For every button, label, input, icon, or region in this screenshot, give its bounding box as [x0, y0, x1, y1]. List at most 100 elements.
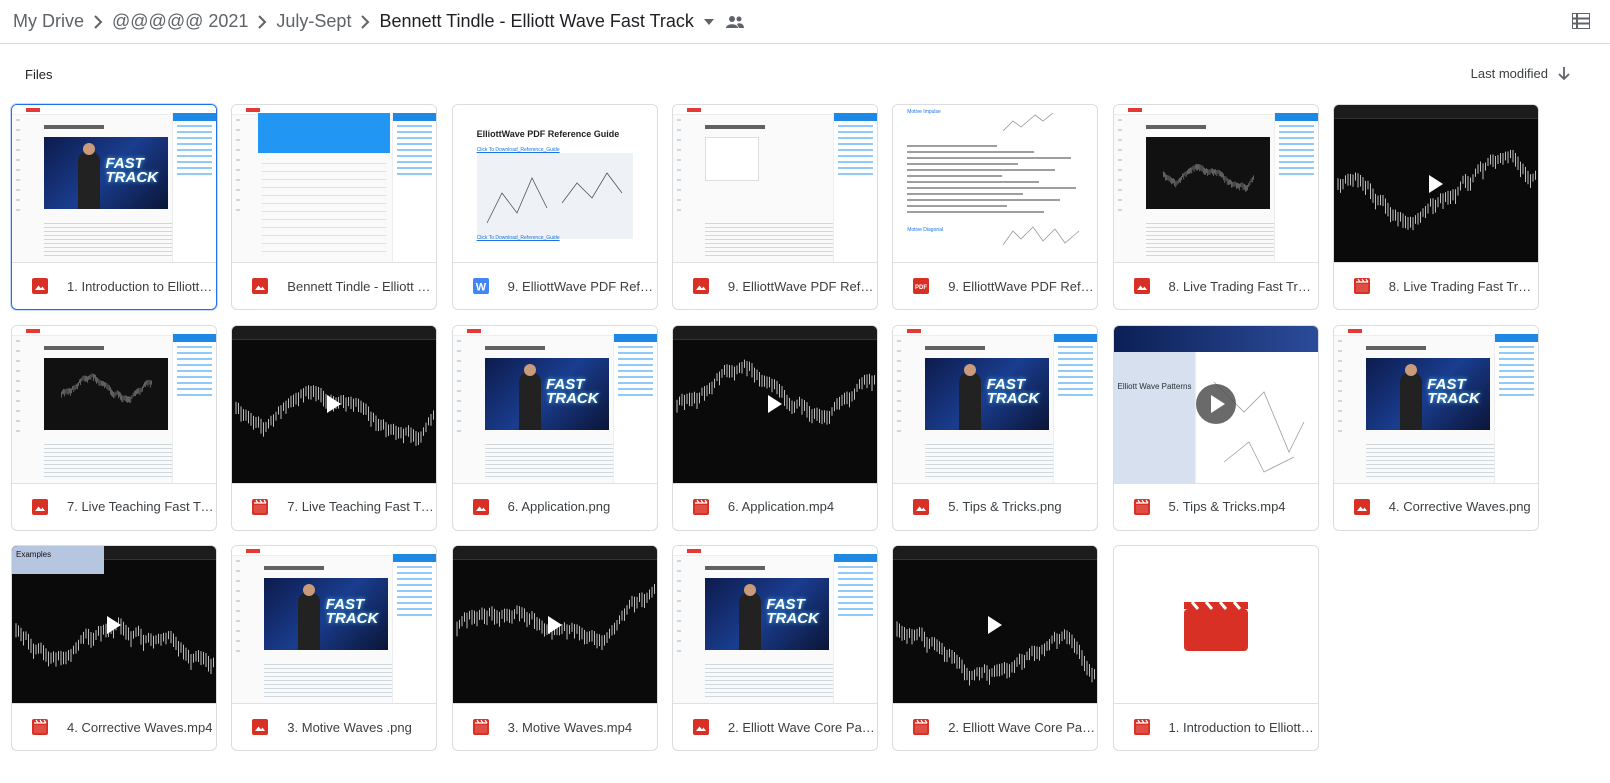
file-card[interactable]: 7. Live Teaching Fast Track Part 1.mp4	[231, 324, 438, 531]
image-file-icon	[472, 498, 489, 515]
image-file-icon	[692, 719, 709, 735]
video-file-icon	[472, 719, 489, 735]
video-file-icon	[692, 498, 709, 515]
file-type-icon	[32, 278, 48, 294]
file-name: 4. Corrective Waves.png	[1388, 499, 1531, 514]
file-type-icon	[913, 498, 930, 515]
play-circle-icon	[1195, 384, 1236, 424]
file-card[interactable]: 2. Elliott Wave Core Patterns.mp4	[892, 545, 1099, 751]
file-card[interactable]: 8. Live Trading Fast Track Part 2.mp4	[1332, 104, 1539, 310]
file-card-footer: 1. Introduction to Elliott Wave.png	[12, 263, 216, 309]
file-name: 5. Tips & Tricks.png	[948, 499, 1062, 514]
file-card-footer: W 9. ElliottWave PDF Reference Guide.doc…	[453, 263, 657, 309]
breadcrumb-my-drive[interactable]: My Drive	[13, 11, 84, 32]
file-card[interactable]: 1. Introduction to Elliott Wave.mp4	[1112, 545, 1319, 751]
video-file-icon	[1133, 498, 1150, 515]
file-card-footer: PDF 9. ElliottWave PDF Reference Guide.p…	[893, 263, 1097, 309]
list-view-icon[interactable]	[1571, 12, 1591, 34]
file-name: 2. Elliott Wave Core Patterns.png	[727, 719, 876, 735]
svg-text:W: W	[475, 282, 486, 294]
file-card[interactable]: 6. Application.mp4	[671, 324, 878, 531]
file-card[interactable]: 8. Live Trading Fast Track Part 2.png	[1112, 104, 1319, 310]
breadcrumb-july-sept[interactable]: July-Sept	[276, 11, 351, 32]
file-type-icon	[692, 498, 709, 515]
file-card-footer: 8. Live Trading Fast Track Part 2.mp4	[1334, 263, 1538, 309]
play-icon	[988, 615, 1003, 634]
pdf-file-icon: PDF	[913, 278, 930, 294]
file-thumbnail: FAST TRACK	[12, 105, 216, 263]
file-name: 8. Live Trading Fast Track Part 2.png	[1168, 278, 1317, 294]
file-thumbnail	[452, 546, 657, 704]
image-file-icon	[252, 278, 269, 294]
play-icon	[1428, 174, 1443, 193]
file-type-icon	[252, 719, 269, 735]
file-card[interactable]: 9. ElliottWave PDF Reference Guide.png	[671, 104, 878, 310]
file-card[interactable]: Bennett Tindle - Elliott Wave Fast Track…	[231, 104, 438, 310]
file-thumbnail	[232, 325, 437, 484]
video-file-icon	[32, 719, 48, 735]
sort-label: Last modified	[1470, 66, 1548, 81]
file-card[interactable]: FAST TRACK 3. Motive Waves .png	[231, 545, 438, 751]
file-card[interactable]: ElliottWave PDF Reference Guide Click To…	[451, 104, 658, 310]
file-type-icon	[472, 719, 489, 735]
file-thumbnail	[893, 546, 1098, 704]
image-file-icon	[32, 278, 48, 294]
file-type-icon	[1133, 498, 1150, 515]
image-file-icon	[692, 278, 709, 294]
file-name: 9. ElliottWave PDF Reference Guide.pdf	[948, 278, 1096, 294]
sort-button[interactable]: Last modified	[1471, 66, 1570, 81]
file-type-icon: W	[472, 278, 489, 294]
file-thumbnail: FAST TRACK	[452, 325, 657, 484]
video-file-icon	[1133, 719, 1150, 735]
file-name: Bennett Tindle - Elliott Wave Fast Track…	[287, 278, 436, 294]
file-type-icon	[252, 498, 269, 515]
file-card[interactable]: FAST TRACK 5. Tips & Tricks.png	[892, 324, 1099, 531]
file-card-footer: 3. Motive Waves .png	[232, 704, 436, 750]
breadcrumb-2021[interactable]: @@@@@ 2021	[112, 11, 248, 32]
file-type-icon	[913, 719, 930, 735]
file-name: 9. ElliottWave PDF Reference Guide.png	[727, 278, 876, 294]
play-icon	[107, 615, 121, 634]
file-name: 1. Introduction to Elliott Wave.mp4	[1168, 719, 1317, 735]
file-name: 9. ElliottWave PDF Reference Guide.docx	[507, 278, 656, 294]
file-card-footer: 2. Elliott Wave Core Patterns.png	[673, 704, 877, 750]
file-name: 6. Application.mp4	[727, 499, 835, 514]
file-thumbnail	[672, 325, 877, 484]
file-name: 3. Motive Waves.mp4	[507, 719, 633, 735]
file-name: 5. Tips & Tricks.mp4	[1168, 499, 1286, 514]
breadcrumb-bar: My Drive @@@@@ 2021 July-Sept Bennett Ti…	[0, 0, 1610, 44]
pdf-heading: Motive Impulse	[907, 109, 941, 115]
file-card-footer: 8. Live Trading Fast Track Part 2.png	[1114, 263, 1318, 309]
breadcrumb-current-folder[interactable]: Bennett Tindle - Elliott Wave Fast Track	[379, 11, 693, 32]
file-card[interactable]: FASTTRACK 2. Elliott Wave Core Patterns.…	[671, 545, 878, 751]
file-thumbnail	[232, 105, 437, 263]
file-card[interactable]: Motive Impulse Motive Diagonal PDF 9. El…	[892, 104, 1099, 310]
file-thumbnail	[1113, 546, 1318, 704]
file-name: 3. Motive Waves .png	[287, 719, 412, 735]
caret-down-icon[interactable]	[703, 18, 714, 25]
doc-link: Click To Download_Reference_Guide	[476, 235, 560, 241]
file-card[interactable]: FAST TRACK 6. Application.png	[451, 324, 658, 531]
file-card[interactable]: Elliott Wave Patterns 5. Tips & Tricks.m…	[1112, 324, 1319, 531]
image-file-icon	[913, 498, 930, 515]
file-card[interactable]: FAST TRACK 4. Corrective Waves.png	[1332, 324, 1539, 531]
file-type-icon	[1353, 278, 1370, 294]
chevron-right-icon	[248, 14, 276, 29]
file-card-footer: 5. Tips & Tricks.mp4	[1114, 484, 1318, 530]
file-thumbnail: FAST TRACK	[893, 325, 1098, 484]
slide-title: Elliott Wave Patterns	[1117, 381, 1192, 391]
file-name: 7. Live Teaching Fast Track Part 1.png	[67, 499, 215, 514]
file-card-footer: 7. Live Teaching Fast Track Part 1.mp4	[232, 484, 436, 530]
image-file-icon	[32, 498, 48, 515]
image-file-icon	[1133, 278, 1150, 294]
file-card[interactable]: FASTTRACK 1. Introduction to Elliott Wav…	[11, 104, 217, 310]
file-type-icon: PDF	[913, 278, 930, 294]
file-card[interactable]: 3. Motive Waves.mp4	[451, 545, 658, 751]
file-name: 2. Elliott Wave Core Patterns.mp4	[948, 719, 1097, 735]
file-type-icon	[692, 278, 709, 294]
file-card[interactable]: 7. Live Teaching Fast Track Part 1.png	[11, 324, 217, 531]
files-section-label: Files	[25, 67, 53, 82]
file-card-footer: 4. Corrective Waves.png	[1334, 484, 1538, 530]
file-type-icon	[32, 498, 48, 515]
file-card[interactable]: Examples 4. Corrective Waves.mp4	[11, 545, 217, 751]
